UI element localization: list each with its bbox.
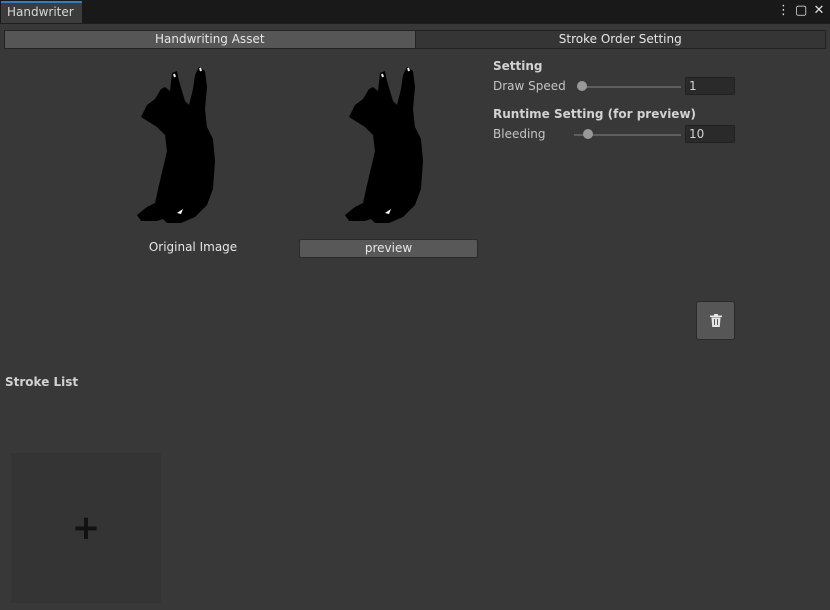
close-icon[interactable]: ✕ — [813, 3, 825, 19]
draw-speed-slider-thumb[interactable] — [577, 81, 587, 91]
original-image-label: Original Image — [148, 240, 238, 254]
more-options-icon[interactable]: ⋮ — [777, 3, 790, 19]
trash-icon — [709, 314, 722, 327]
runtime-setting-header: Runtime Setting (for preview) — [493, 107, 697, 121]
title-bar: Handwriter ⋮ ▢ ✕ — [0, 0, 830, 24]
tab-stroke-order-setting[interactable]: Stroke Order Setting — [415, 31, 825, 48]
preview-button[interactable]: preview — [299, 239, 478, 258]
window-tab[interactable]: Handwriter — [1, 1, 82, 23]
bleeding-input[interactable]: 10 — [685, 125, 735, 143]
preview-image — [345, 65, 441, 230]
draw-speed-slider[interactable] — [577, 86, 681, 88]
add-stroke-button[interactable]: + — [11, 453, 161, 603]
plus-icon: + — [71, 508, 101, 548]
original-image — [137, 65, 233, 230]
bleeding-slider-thumb[interactable] — [583, 129, 593, 139]
stroke-list-title: Stroke List — [5, 375, 79, 389]
window-controls: ⋮ ▢ ✕ — [777, 3, 825, 19]
toolbar-tabs: Handwriting Asset Stroke Order Setting — [4, 30, 826, 49]
bleeding-label: Bleeding — [493, 127, 546, 141]
draw-speed-input[interactable]: 1 — [685, 77, 735, 95]
draw-speed-label: Draw Speed — [493, 79, 566, 93]
delete-button[interactable] — [696, 301, 735, 340]
tab-handwriting-asset[interactable]: Handwriting Asset — [5, 31, 416, 48]
setting-header: Setting — [493, 59, 543, 73]
maximize-icon[interactable]: ▢ — [795, 3, 807, 19]
